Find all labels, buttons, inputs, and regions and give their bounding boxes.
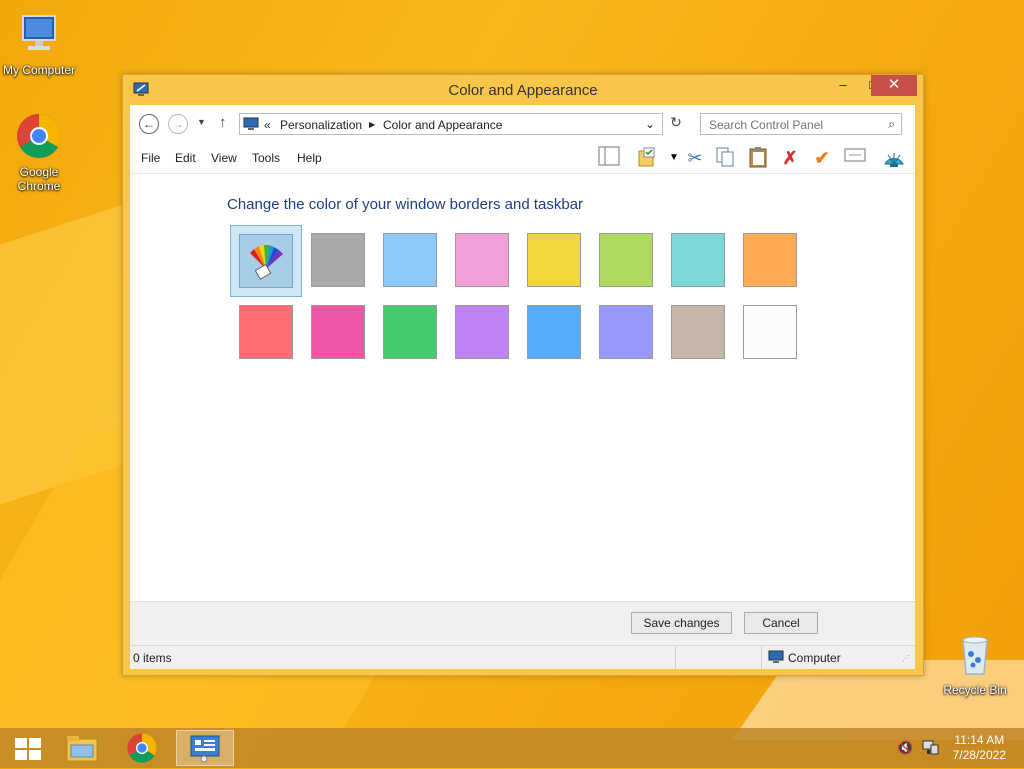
- color-swatch[interactable]: [311, 305, 365, 359]
- desktop-icon-label: My Computer: [2, 63, 76, 77]
- checkmark-icon[interactable]: ✔: [810, 146, 834, 170]
- paste-icon[interactable]: [746, 146, 770, 170]
- menu-view[interactable]: View: [211, 151, 237, 165]
- save-changes-button[interactable]: Save changes: [631, 612, 732, 634]
- properties-folder-icon[interactable]: [635, 146, 659, 170]
- windows-logo-icon: [15, 738, 41, 760]
- color-swatch[interactable]: [671, 305, 725, 359]
- search-input[interactable]: [707, 115, 881, 135]
- breadcrumb-color-appearance[interactable]: Color and Appearance: [383, 118, 502, 132]
- status-bar: 0 items Computer ⋰: [130, 645, 915, 669]
- color-swatch[interactable]: [599, 305, 653, 359]
- menu-tools[interactable]: Tools: [252, 151, 280, 165]
- menu-help[interactable]: Help: [297, 151, 322, 165]
- chrome-icon: [127, 733, 157, 763]
- taskbar-file-explorer[interactable]: [54, 730, 110, 766]
- menu-edit[interactable]: Edit: [175, 151, 196, 165]
- computer-icon: [768, 650, 784, 663]
- taskbar: 🔇 11:14 AM 7/28/2022: [0, 728, 1024, 768]
- color-appearance-window: Color and Appearance – □ ✕ ← → ▼ ↑ « Per…: [122, 74, 924, 676]
- breadcrumb-separator-icon: ▶: [369, 120, 376, 129]
- up-arrow-icon[interactable]: ↑: [219, 114, 227, 131]
- back-arrow-icon[interactable]: ←: [139, 114, 159, 134]
- address-bar[interactable]: « Personalization ▶ Color and Appearance…: [239, 113, 663, 135]
- breadcrumb-personalization[interactable]: Personalization: [280, 118, 362, 132]
- window-title: Color and Appearance: [448, 82, 598, 99]
- recycle-bin-icon: [962, 636, 988, 675]
- dialog-footer: Save changes Cancel: [130, 601, 915, 646]
- system-clock[interactable]: 11:14 AM 7/28/2022: [953, 733, 1006, 763]
- color-palette-icon: [250, 245, 283, 280]
- color-swatch[interactable]: [743, 233, 797, 287]
- menu-file[interactable]: File: [141, 151, 160, 165]
- clock-date: 7/28/2022: [952, 748, 1006, 762]
- rename-icon[interactable]: [843, 146, 867, 170]
- color-swatch[interactable]: [527, 305, 581, 359]
- custom-color-swatch-selected[interactable]: [230, 225, 302, 297]
- color-swatch[interactable]: [743, 305, 797, 359]
- color-swatch[interactable]: [239, 305, 293, 359]
- color-swatch[interactable]: [527, 233, 581, 287]
- close-button[interactable]: ✕: [871, 75, 917, 96]
- color-swatch[interactable]: [455, 305, 509, 359]
- color-mixer-swatch: [239, 234, 293, 288]
- search-box: ⌕: [700, 113, 902, 135]
- page-heading: Change the color of your window borders …: [227, 196, 584, 213]
- desktop-icon-google-chrome[interactable]: Google Chrome: [0, 112, 81, 193]
- chrome-icon: [17, 114, 61, 158]
- desktop-icon-label: Recycle Bin: [943, 683, 1007, 697]
- control-panel-icon: [190, 735, 220, 763]
- window-body: ← → ▼ ↑ « Personalization ▶ Color and Ap…: [130, 105, 915, 669]
- navigation-bar: ← → ▼ ↑ « Personalization ▶ Color and Ap…: [130, 105, 915, 143]
- taskbar-control-panel[interactable]: [176, 730, 234, 766]
- color-swatch[interactable]: [599, 233, 653, 287]
- network-icon[interactable]: [921, 739, 939, 757]
- title-bar[interactable]: Color and Appearance – □ ✕: [123, 75, 923, 105]
- folder-icon: [66, 736, 98, 762]
- color-swatch[interactable]: [383, 233, 437, 287]
- resize-grip-icon[interactable]: ⋰: [902, 654, 910, 663]
- breadcrumb-prefix[interactable]: «: [264, 118, 271, 132]
- color-content-area: Change the color of your window borders …: [130, 174, 915, 599]
- status-divider: [761, 646, 762, 669]
- cut-icon[interactable]: ✂: [683, 146, 707, 170]
- color-swatch[interactable]: [383, 305, 437, 359]
- minimize-button[interactable]: –: [828, 75, 858, 96]
- color-swatch[interactable]: [455, 233, 509, 287]
- layout-pane-icon[interactable]: [597, 146, 621, 170]
- copy-icon[interactable]: [713, 146, 737, 170]
- delete-icon[interactable]: ✗: [778, 146, 802, 170]
- shell-icon[interactable]: [882, 146, 906, 170]
- color-swatch[interactable]: [671, 233, 725, 287]
- status-item-count: 0 items: [133, 651, 172, 665]
- refresh-icon[interactable]: ↻: [666, 114, 686, 134]
- computer-icon: [22, 15, 56, 50]
- address-dropdown-chevron-icon[interactable]: ⌄: [645, 117, 655, 131]
- recent-pages-chevron-icon[interactable]: ▼: [197, 117, 206, 127]
- desktop-icon-label: Google Chrome: [17, 165, 61, 193]
- status-divider: [675, 646, 676, 669]
- desktop-icon-recycle-bin[interactable]: Recycle Bin: [933, 630, 1017, 697]
- forward-arrow-icon[interactable]: →: [168, 114, 188, 134]
- status-location: Computer: [788, 651, 841, 665]
- start-button[interactable]: [0, 730, 56, 766]
- desktop-icon-my-computer[interactable]: My Computer: [0, 10, 81, 77]
- taskbar-chrome[interactable]: [114, 730, 170, 766]
- color-swatch[interactable]: [311, 233, 365, 287]
- search-icon[interactable]: ⌕: [888, 117, 895, 132]
- cancel-button[interactable]: Cancel: [744, 612, 818, 634]
- clock-time: 11:14 AM: [954, 733, 1005, 747]
- menu-toolbar-row: File Edit View Tools Help ▼ ✂ ✗ ✔: [130, 143, 915, 174]
- control-panel-icon: [243, 117, 259, 130]
- volume-muted-icon[interactable]: 🔇: [897, 740, 915, 758]
